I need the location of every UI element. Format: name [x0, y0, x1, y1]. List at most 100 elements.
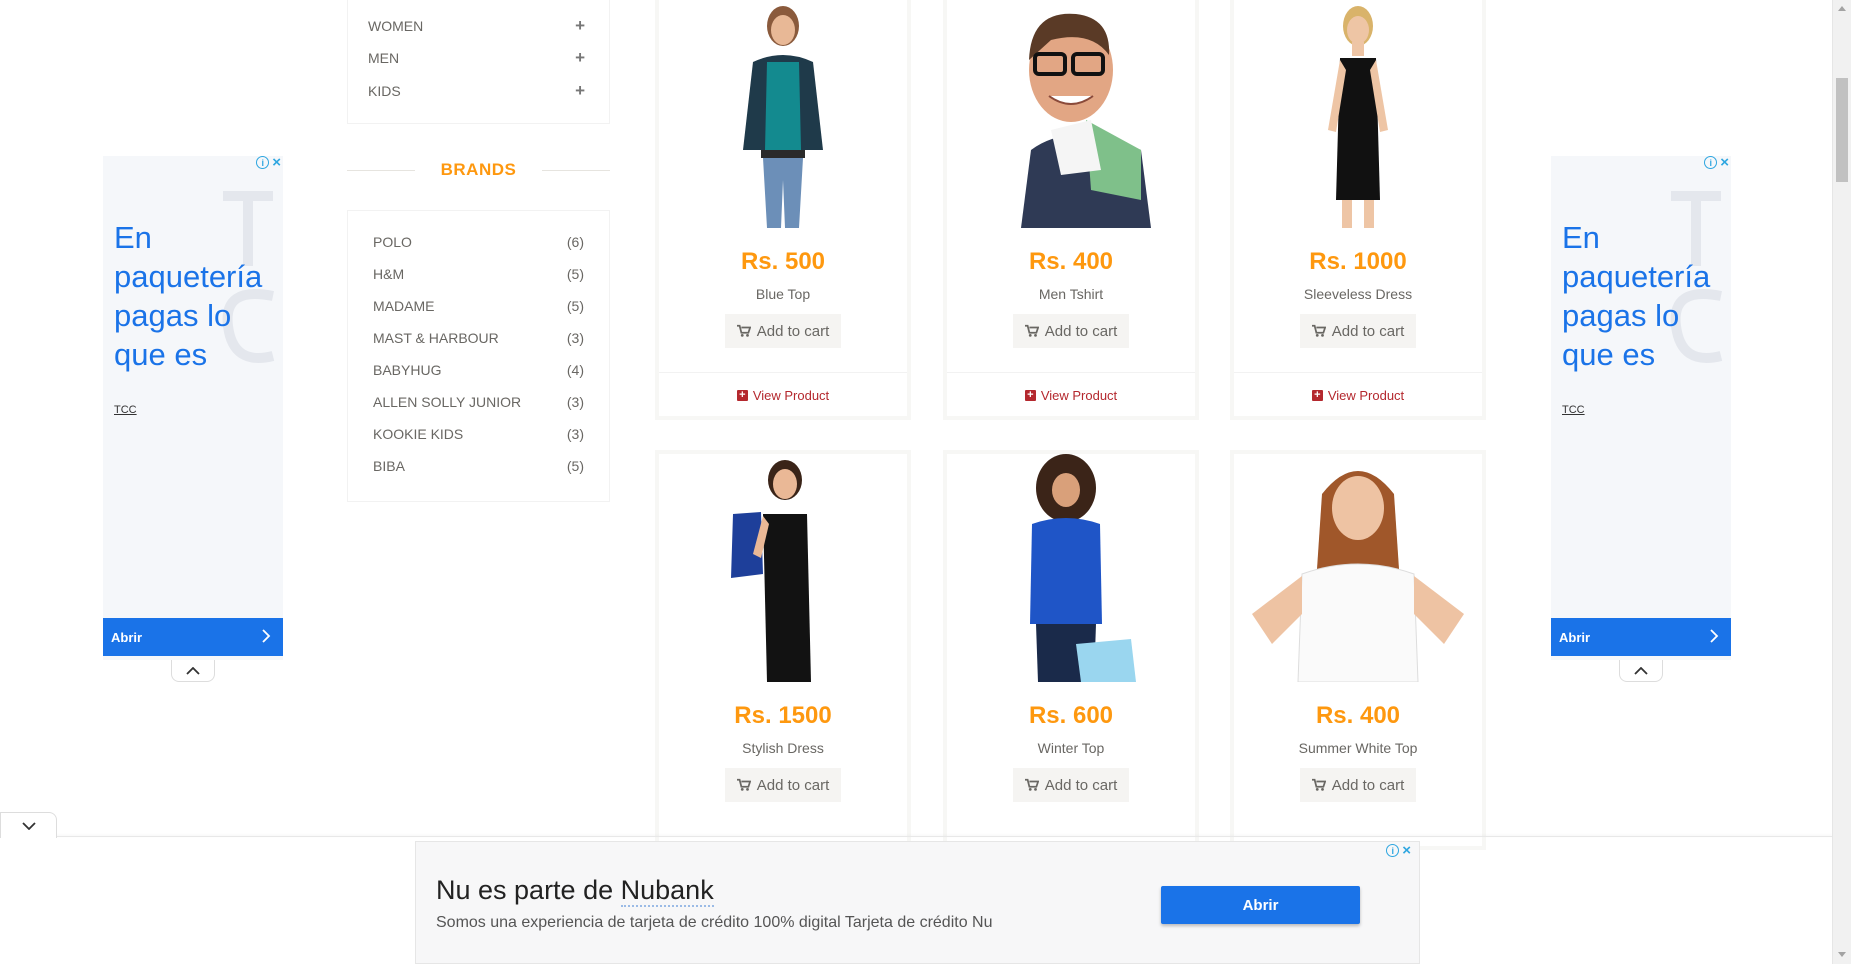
product-image[interactable] [667, 454, 899, 682]
add-to-cart-label: Add to cart [1331, 776, 1405, 794]
add-to-cart-button[interactable]: Add to cart [1013, 314, 1129, 348]
plus-icon[interactable]: + [575, 81, 585, 101]
brand-item-mast-harbour[interactable]: MAST & HARBOUR (3) [373, 328, 584, 348]
brand-count: (3) [566, 426, 584, 442]
ad-open-label: Abrir [111, 629, 143, 645]
brand-item-kookie-kids[interactable]: KOOKIE KIDS (3) [373, 424, 584, 444]
view-product-link[interactable]: + View Product [659, 388, 907, 403]
product-name: Stylish Dress [742, 740, 824, 756]
ad-collapse-toggle[interactable] [171, 660, 215, 682]
close-icon[interactable]: × [1402, 843, 1411, 858]
ad-collapse-toggle[interactable] [1619, 660, 1663, 682]
brand-item-babyhug[interactable]: BABYHUG (4) [373, 360, 584, 380]
add-to-cart-button[interactable]: Add to cart [1300, 314, 1416, 348]
product-image[interactable] [1242, 0, 1474, 228]
brand-name: H&M [373, 266, 405, 282]
product-image[interactable] [955, 0, 1187, 228]
cart-icon [1311, 778, 1326, 791]
product-card: Rs. 600 Winter Top Add to cart [943, 450, 1199, 850]
plus-square-icon: + [736, 390, 748, 401]
chevron-right-icon [1709, 628, 1719, 646]
product-price: Rs. 600 [1028, 702, 1114, 729]
category-panel: WOMEN + MEN + KIDS + [347, 0, 610, 124]
product-name: Blue Top [755, 286, 811, 302]
scrollbar-thumb[interactable] [1836, 78, 1848, 182]
page-scrollbar[interactable] [1832, 0, 1851, 964]
anchor-ad-toggle[interactable] [0, 812, 57, 838]
brand-item-polo[interactable]: POLO (6) [373, 232, 584, 252]
ad-controls: i × [256, 155, 281, 170]
brand-count: (5) [566, 298, 584, 314]
anchor-ad-title-link[interactable]: Nubank [620, 875, 714, 907]
anchor-ad-title[interactable]: Nu es parte de Nubank [436, 875, 714, 907]
plus-icon[interactable]: + [575, 16, 585, 36]
category-label: MEN [368, 50, 400, 66]
product-card: Rs. 400 Summer White Top Add to cart [1230, 450, 1486, 850]
view-product-link[interactable]: + View Product [1234, 388, 1482, 403]
brand-count: (3) [566, 330, 584, 346]
category-label: WOMEN [368, 18, 424, 34]
ad-brand[interactable]: TCC [114, 404, 137, 416]
category-item-men[interactable]: MEN + [368, 48, 585, 68]
card-divider [947, 372, 1195, 373]
product-name: Summer White Top [1298, 740, 1418, 756]
brand-name: KOOKIE KIDS [373, 426, 464, 442]
brand-item-hm[interactable]: H&M (5) [373, 264, 584, 284]
side-ad-right[interactable]: i × En paquetería pagas lo que es TCC Ab… [1551, 155, 1731, 660]
product-image[interactable] [1242, 454, 1474, 682]
brand-count: (4) [566, 362, 584, 378]
add-to-cart-button[interactable]: Add to cart [1300, 768, 1416, 802]
brands-title: BRANDS [440, 160, 517, 179]
side-ad-left[interactable]: i × En paquetería pagas lo que es TCC Ab… [103, 155, 283, 660]
anchor-ad-description: Somos una experiencia de tarjeta de créd… [436, 914, 993, 931]
ad-headline: En paquetería pagas lo que es [114, 220, 263, 372]
ad-open-button[interactable]: Abrir [1551, 618, 1731, 656]
adchoices-icon[interactable]: i [256, 156, 270, 169]
add-to-cart-button[interactable]: Add to cart [725, 768, 841, 802]
ad-open-button[interactable]: Abrir [103, 618, 283, 656]
ad-brand[interactable]: TCC [1562, 404, 1585, 416]
category-item-kids[interactable]: KIDS + [368, 81, 585, 101]
product-price: Rs. 500 [740, 248, 826, 275]
add-to-cart-label: Add to cart [756, 776, 830, 794]
brands-panel: POLO (6) H&M (5) MADAME (5) MAST & HARBO… [347, 210, 610, 502]
anchor-ad-open-button[interactable]: Abrir [1161, 886, 1360, 924]
add-to-cart-button[interactable]: Add to cart [725, 314, 841, 348]
ad-headline: En paquetería pagas lo que es [1562, 220, 1711, 372]
cart-icon [736, 324, 751, 337]
ad-controls: i × [1704, 155, 1729, 170]
add-to-cart-label: Add to cart [756, 322, 830, 340]
product-name: Men Tshirt [1038, 286, 1104, 302]
view-product-link[interactable]: + View Product [947, 388, 1195, 403]
anchor-ad-title-prefix: Nu es parte de [436, 875, 621, 905]
card-divider [1234, 372, 1482, 373]
brands-heading: BRANDS [347, 160, 610, 180]
plus-icon[interactable]: + [575, 48, 585, 68]
view-product-label: View Product [1040, 388, 1118, 403]
brand-item-biba[interactable]: BIBA (5) [373, 456, 584, 476]
brand-item-allen-solly-junior[interactable]: ALLEN SOLLY JUNIOR (3) [373, 392, 584, 412]
brand-count: (5) [566, 458, 584, 474]
ad-controls: i × [1386, 843, 1411, 858]
brand-item-madame[interactable]: MADAME (5) [373, 296, 584, 316]
brand-name: BIBA [373, 458, 405, 474]
product-image[interactable] [955, 454, 1187, 682]
scroll-up-arrow-icon[interactable] [1838, 6, 1846, 11]
brand-count: (3) [566, 394, 584, 410]
category-item-women[interactable]: WOMEN + [368, 16, 585, 36]
product-image[interactable] [667, 0, 899, 228]
adchoices-icon[interactable]: i [1704, 156, 1718, 169]
cart-icon [1024, 778, 1039, 791]
view-product-label: View Product [752, 388, 830, 403]
brand-name: BABYHUG [373, 362, 442, 378]
close-icon[interactable]: × [1720, 155, 1729, 170]
close-icon[interactable]: × [272, 155, 281, 170]
chevron-up-icon [186, 666, 200, 675]
anchor-ad[interactable]: i × Nu es parte de Nubank Somos una expe… [415, 841, 1420, 964]
scroll-down-arrow-icon[interactable] [1838, 952, 1846, 957]
cart-icon [1024, 324, 1039, 337]
chevron-up-icon [1634, 666, 1648, 675]
add-to-cart-button[interactable]: Add to cart [1013, 768, 1129, 802]
product-card: Rs. 1000 Sleeveless Dress Add to cart + … [1230, 0, 1486, 420]
adchoices-icon[interactable]: i [1386, 844, 1400, 857]
